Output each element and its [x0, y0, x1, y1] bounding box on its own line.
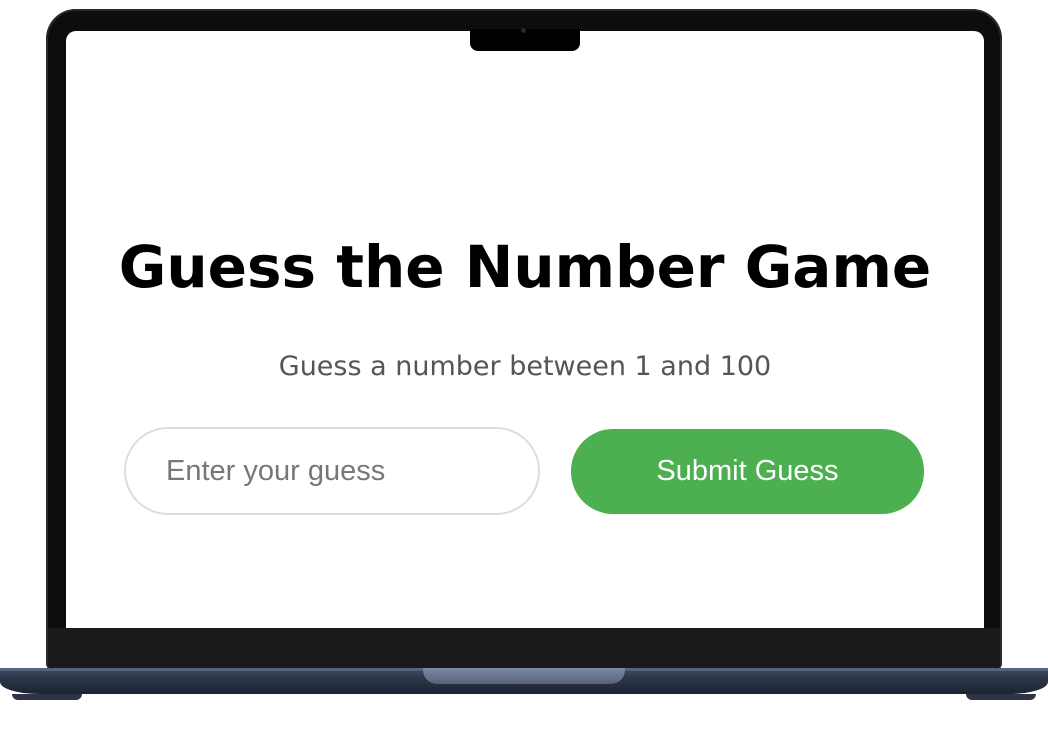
submit-guess-button[interactable]: Submit Guess	[571, 429, 924, 514]
laptop-bezel-bottom	[48, 628, 1000, 668]
game-instructions: Guess a number between 1 and 100	[278, 351, 772, 382]
laptop-opening-notch	[423, 668, 625, 684]
laptop-foot-right	[966, 694, 1036, 700]
laptop-foot-left	[12, 694, 82, 700]
guess-input[interactable]	[124, 427, 540, 515]
laptop-frame: Guess the Number Game Guess a number bet…	[0, 0, 1048, 752]
laptop-screen: Guess the Number Game Guess a number bet…	[66, 31, 984, 628]
page-title: Guess the Number Game	[118, 233, 932, 301]
camera-icon	[521, 28, 526, 33]
